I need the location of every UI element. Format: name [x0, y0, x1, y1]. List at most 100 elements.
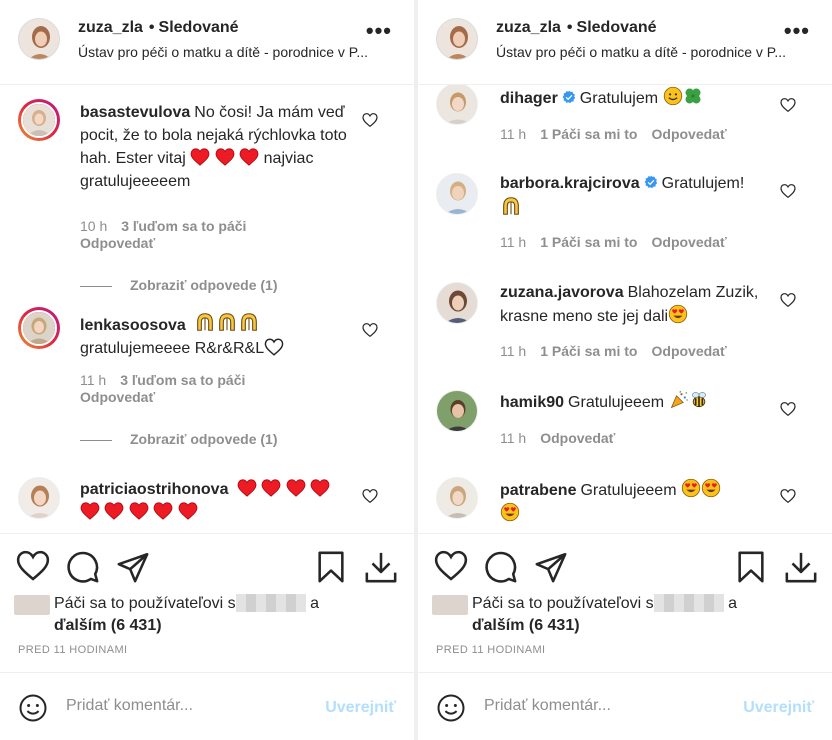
comment-likes[interactable]: 3 ľuďom sa to páči	[120, 372, 245, 388]
comment-time: 11 h	[500, 430, 527, 446]
replies-line	[80, 439, 112, 441]
post-timestamp[interactable]: PRED 11 HODINAMI	[18, 644, 128, 656]
like-heart-icon[interactable]	[780, 183, 796, 199]
like-heart-icon[interactable]	[780, 292, 796, 308]
post-button[interactable]: Uverejniť	[743, 699, 814, 717]
comment-username[interactable]: hamik90	[500, 394, 564, 411]
reply-button[interactable]: Odpovedať	[652, 126, 727, 142]
comment-likes[interactable]: 3 ľuďom sa to páči	[121, 218, 246, 234]
party-popper-icon	[669, 390, 689, 410]
view-replies-label: Zobraziť odpovede (1)	[130, 277, 278, 293]
liker-avatar[interactable]	[432, 595, 468, 615]
share-icon[interactable]	[534, 550, 568, 584]
like-heart-icon[interactable]	[780, 488, 796, 504]
comment-input[interactable]	[66, 697, 306, 715]
comment-likes[interactable]: 1 Páči sa mi to	[540, 343, 637, 359]
like-heart-icon[interactable]	[362, 322, 378, 338]
view-replies-button[interactable]: Zobraziť odpovede (1)	[80, 277, 278, 293]
comment-time: 11 h	[500, 234, 527, 250]
following-button[interactable]: Sledované	[577, 19, 657, 36]
reply-button[interactable]: Odpovedať	[652, 343, 727, 359]
likes-text: Páči sa to používateľovi s a ďalším (6 4…	[472, 593, 772, 637]
avatar[interactable]	[436, 18, 478, 60]
likes-others-link[interactable]: ďalším (6 431)	[54, 617, 162, 634]
avatar[interactable]	[18, 99, 60, 141]
reply-button[interactable]: Odpovedať	[652, 234, 727, 250]
comment-list[interactable]: dihager Gratulujem 11 h 1 Páči sa mi to Odp…	[418, 85, 832, 533]
comment-list[interactable]: basastevulova No čosi! Ja mám veď pocit, …	[0, 85, 414, 533]
avatar[interactable]	[436, 390, 478, 432]
username-link[interactable]: zuza_zla	[496, 19, 561, 36]
action-bar	[418, 533, 832, 593]
comment-username[interactable]: dihager	[500, 90, 558, 107]
reply-button[interactable]: Odpovedať	[80, 389, 155, 405]
likes-middle: a	[310, 595, 320, 612]
comment-input[interactable]	[484, 697, 724, 715]
comment-body: Gratulujem	[579, 90, 659, 107]
red-heart-icon	[104, 502, 124, 520]
like-heart-icon[interactable]	[780, 401, 796, 417]
comment-time: 10 h	[80, 218, 108, 234]
comment-text: patrabene Gratulujeeem	[500, 478, 770, 526]
download-icon[interactable]	[364, 550, 398, 584]
more-icon[interactable]: •••	[784, 20, 810, 42]
comment-likes[interactable]: 1 Páči sa mi to	[540, 126, 637, 142]
comment-text: barbora.krajcirova Gratulujem!	[500, 172, 770, 221]
like-heart-icon[interactable]	[362, 488, 378, 504]
avatar[interactable]	[436, 85, 478, 125]
heart-icon[interactable]	[434, 550, 468, 584]
username-link[interactable]: zuza_zla	[78, 19, 143, 36]
comment-username[interactable]: patrabene	[500, 482, 576, 499]
avatar[interactable]	[18, 477, 60, 519]
share-icon[interactable]	[116, 550, 150, 584]
likes-others-link[interactable]: ďalším (6 431)	[472, 617, 580, 634]
likes-prefix: Páči sa to používateľovi s	[472, 595, 654, 612]
avatar[interactable]	[18, 307, 60, 349]
comment-body: Gratulujeeem	[580, 482, 677, 499]
comment-icon[interactable]	[484, 550, 518, 584]
liker-avatar[interactable]	[14, 595, 50, 615]
bookmark-icon[interactable]	[314, 550, 348, 584]
red-heart-icon	[153, 502, 173, 520]
like-heart-icon[interactable]	[780, 97, 796, 113]
location-link[interactable]: Ústav pro péči o matku a dítě - porodnic…	[496, 44, 808, 60]
comment-username[interactable]: patriciaostrihonova	[80, 481, 228, 498]
comment-username[interactable]: zuzana.javorova	[500, 284, 624, 301]
red-heart-icon	[190, 148, 210, 166]
red-heart-icon	[310, 479, 330, 497]
smiley-icon[interactable]	[436, 693, 466, 723]
raised-hands-icon	[216, 311, 238, 333]
post-timestamp[interactable]: PRED 11 HODINAMI	[436, 644, 546, 656]
reply-button[interactable]: Odpovedať	[540, 430, 615, 446]
comment-meta-2: Odpovedať	[80, 389, 169, 405]
view-replies-button[interactable]: Zobraziť odpovede (1)	[80, 431, 278, 447]
comment-composer: Uverejniť	[0, 672, 414, 740]
like-heart-icon[interactable]	[362, 112, 378, 128]
comment-username[interactable]: barbora.krajcirova	[500, 175, 640, 192]
avatar[interactable]	[436, 477, 478, 519]
post-panel-right: zuza_zla • Sledované Ústav pro péči o matk…	[418, 0, 832, 740]
comment-meta: 11 h Odpovedať	[500, 430, 629, 446]
comment-meta: 11 h 1 Páči sa mi to Odpovedať	[500, 343, 741, 359]
post-button[interactable]: Uverejniť	[325, 699, 396, 717]
avatar[interactable]	[436, 173, 478, 215]
download-icon[interactable]	[784, 550, 818, 584]
reply-button[interactable]: Odpovedať	[80, 235, 155, 251]
bookmark-icon[interactable]	[734, 550, 768, 584]
following-button[interactable]: Sledované	[159, 19, 239, 36]
comment-likes[interactable]: 1 Páči sa mi to	[540, 234, 637, 250]
separator-dot: •	[148, 19, 155, 36]
avatar[interactable]	[436, 282, 478, 324]
smiley-icon[interactable]	[18, 693, 48, 723]
avatar[interactable]	[18, 18, 60, 60]
comment-meta: 10 h 3 ľuďom sa to páči	[80, 218, 260, 234]
heart-icon[interactable]	[16, 550, 50, 584]
comment-username[interactable]: lenkasoosova	[80, 317, 186, 334]
location-link[interactable]: Ústav pro péči o matku a dítě - porodnic…	[78, 44, 390, 60]
more-icon[interactable]: •••	[366, 20, 392, 42]
red-heart-icon	[237, 479, 257, 497]
comment-icon[interactable]	[66, 550, 100, 584]
separator-dot: •	[566, 19, 573, 36]
white-heart-icon	[264, 338, 284, 356]
comment-username[interactable]: basastevulova	[80, 104, 190, 121]
